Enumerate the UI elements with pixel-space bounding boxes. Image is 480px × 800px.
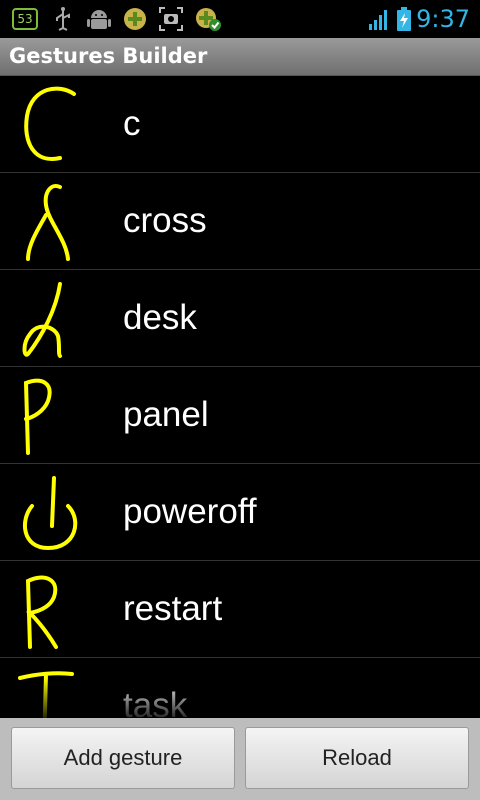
gesture-label: c [123,104,141,143]
gesture-label: cross [123,201,207,240]
badge-53-icon: 53 [12,8,38,30]
gesture-label: desk [123,298,197,337]
add-gesture-button[interactable]: Add gesture [11,727,235,789]
button-bar: Add gesture Reload [0,718,480,800]
gesture-desk-icon [22,282,62,358]
android-debug-icon [87,10,111,29]
gesture-item-desk[interactable]: desk [0,270,480,367]
gesture-c-icon [24,86,76,161]
app-title: Gestures Builder [9,44,208,68]
gesture-label: restart [123,589,223,628]
status-bar: 53 9:37 [0,0,480,38]
app-update-icon [196,8,221,31]
gesture-panel-icon [23,378,52,455]
gesture-item-restart[interactable]: restart [0,561,480,658]
gesture-label: panel [123,395,209,434]
gesture-item-panel[interactable]: panel [0,367,480,464]
gesture-item-cross[interactable]: cross [0,173,480,270]
screenshot-icon [159,7,183,31]
reload-button[interactable]: Reload [245,727,469,789]
gesture-item-task[interactable]: task [0,658,480,718]
gesture-item-poweroff[interactable]: poweroff [0,464,480,561]
clock: 9:37 [416,5,470,33]
title-bar: Gestures Builder [0,38,480,76]
gesture-poweroff-icon [23,476,78,551]
gesture-item-c[interactable]: c [0,76,480,173]
gesture-restart-icon [25,575,58,649]
gesture-cross-icon [26,184,70,261]
gesture-task-icon [18,671,74,718]
usb-icon [56,7,70,31]
app-notification-icon [124,8,146,30]
gesture-label: task [123,686,188,718]
signal-icon [369,10,387,30]
battery-charging-icon [397,7,411,31]
gesture-label: poweroff [123,492,257,531]
gesture-list[interactable]: c cross desk panel poweroff restart task [0,76,480,718]
